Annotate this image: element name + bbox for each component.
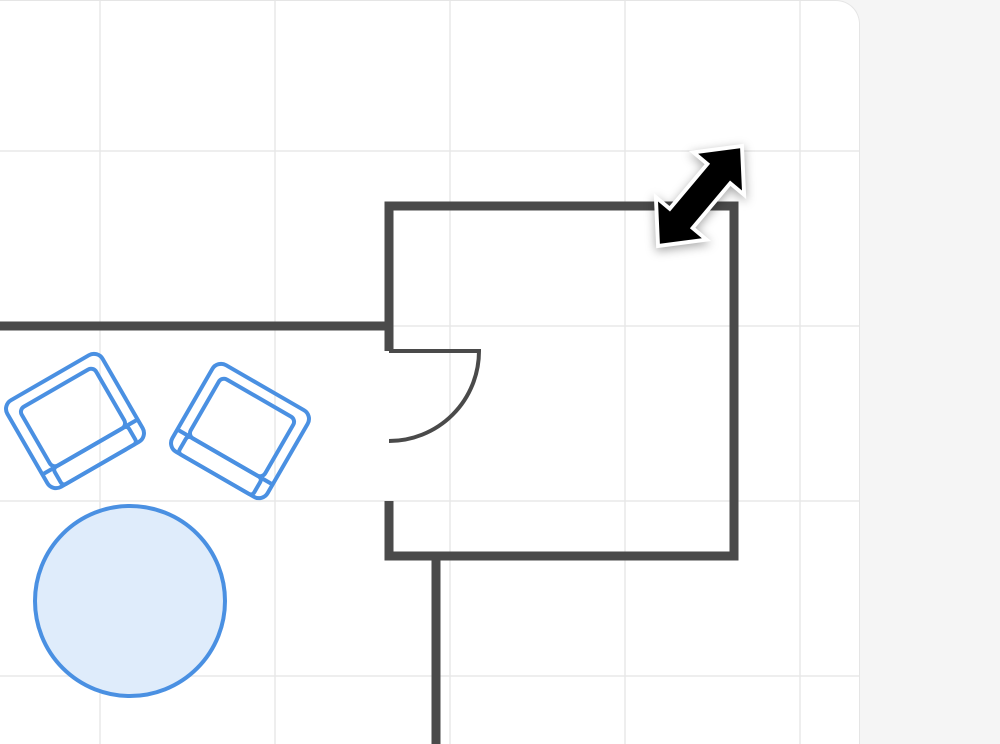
door-arc [389,351,479,441]
armchair-1[interactable] [2,350,147,492]
round-table[interactable] [35,506,225,696]
floor-plan-drawing[interactable] [0,1,859,744]
floor-plan-canvas[interactable] [0,0,860,744]
wall-path[interactable] [0,206,734,556]
armchair-2[interactable] [167,360,312,502]
